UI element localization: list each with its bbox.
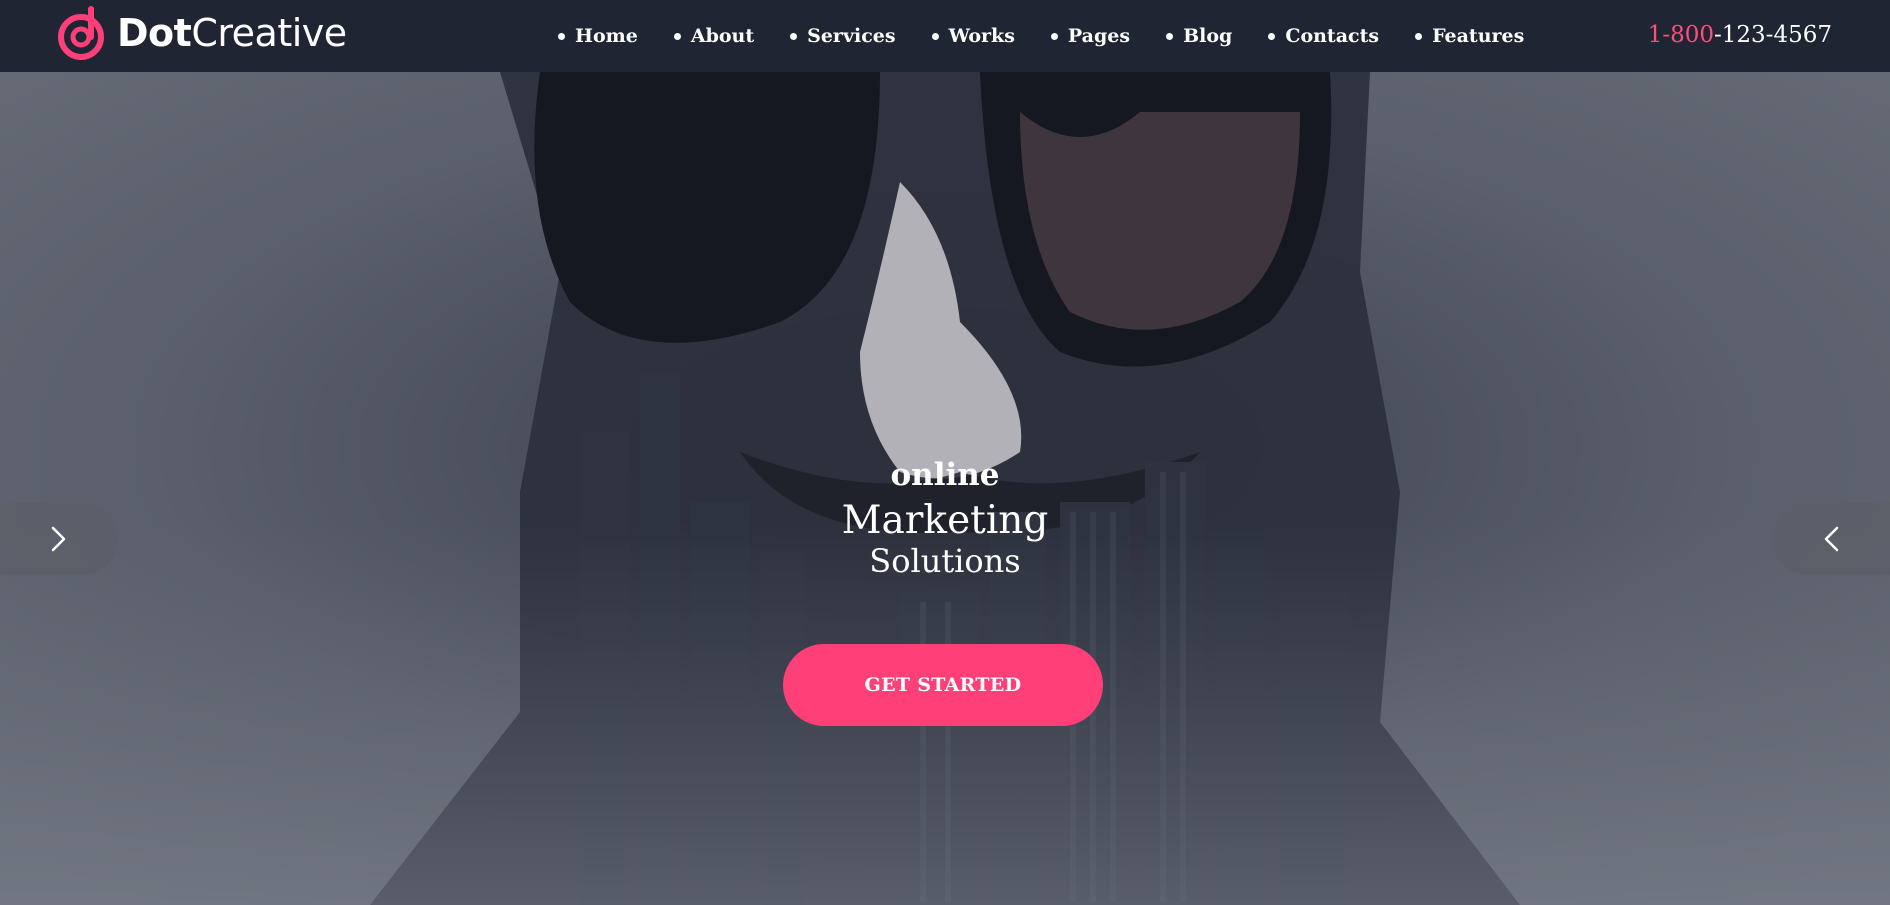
nav-item-services[interactable]: Services [790,25,896,47]
nav-item-label: Blog [1183,25,1233,47]
nav-item-features[interactable]: Features [1415,25,1524,47]
nav-item-label: Services [807,25,896,47]
phone-prefix: 1-800 [1647,22,1715,48]
nav-item-label: Home [575,25,638,47]
phone-number[interactable]: 1-800 -123-4567 [1648,0,1832,70]
phone-rest: -123-4567 [1714,22,1832,48]
logo-text: DotCreative [117,14,347,52]
nav-item-label: Works [948,25,1015,47]
nav-item-works[interactable]: Works [931,25,1015,47]
bullet-icon [1166,32,1174,40]
nav-item-contacts[interactable]: Contacts [1268,25,1379,47]
hero-slider: online Marketing Solutions GET STARTED [0,72,1890,905]
nav-item-about[interactable]: About [673,25,755,47]
logo-text-light: Creative [191,11,347,55]
get-started-button[interactable]: GET STARTED [783,644,1103,726]
nav-item-blog[interactable]: Blog [1166,25,1232,47]
nav-item-label: Contacts [1285,25,1380,47]
logo-text-bold: Dot [117,11,192,55]
site-header: DotCreative Home About Services Works Pa… [0,0,1890,72]
nav-item-label: Pages [1067,25,1131,47]
nav-item-label: About [690,25,755,47]
hero-title-line-2: Marketing [841,498,1049,543]
bullet-icon [673,32,681,40]
chevron-left-icon [1824,526,1839,552]
nav-item-home[interactable]: Home [558,25,638,47]
bullet-icon [1268,32,1276,40]
dot-creative-logo-icon [58,6,104,60]
bullet-icon [790,32,798,40]
bullet-icon [558,32,565,40]
main-nav: Home About Services Works Pages Blog Con… [558,0,1524,72]
page: DotCreative Home About Services Works Pa… [0,0,1890,905]
hero-title-line-3: Solutions [869,542,1021,580]
nav-item-pages[interactable]: Pages [1050,25,1131,47]
chevron-right-icon [51,526,66,552]
slider-prev-button[interactable] [0,503,118,575]
logo[interactable]: DotCreative [55,3,347,63]
hero-title-line-1: online [890,457,1000,493]
bullet-icon [1050,32,1058,40]
bullet-icon [1415,32,1423,40]
bullet-icon [931,32,939,40]
nav-item-label: Features [1432,25,1525,47]
slider-next-button[interactable] [1772,503,1890,575]
